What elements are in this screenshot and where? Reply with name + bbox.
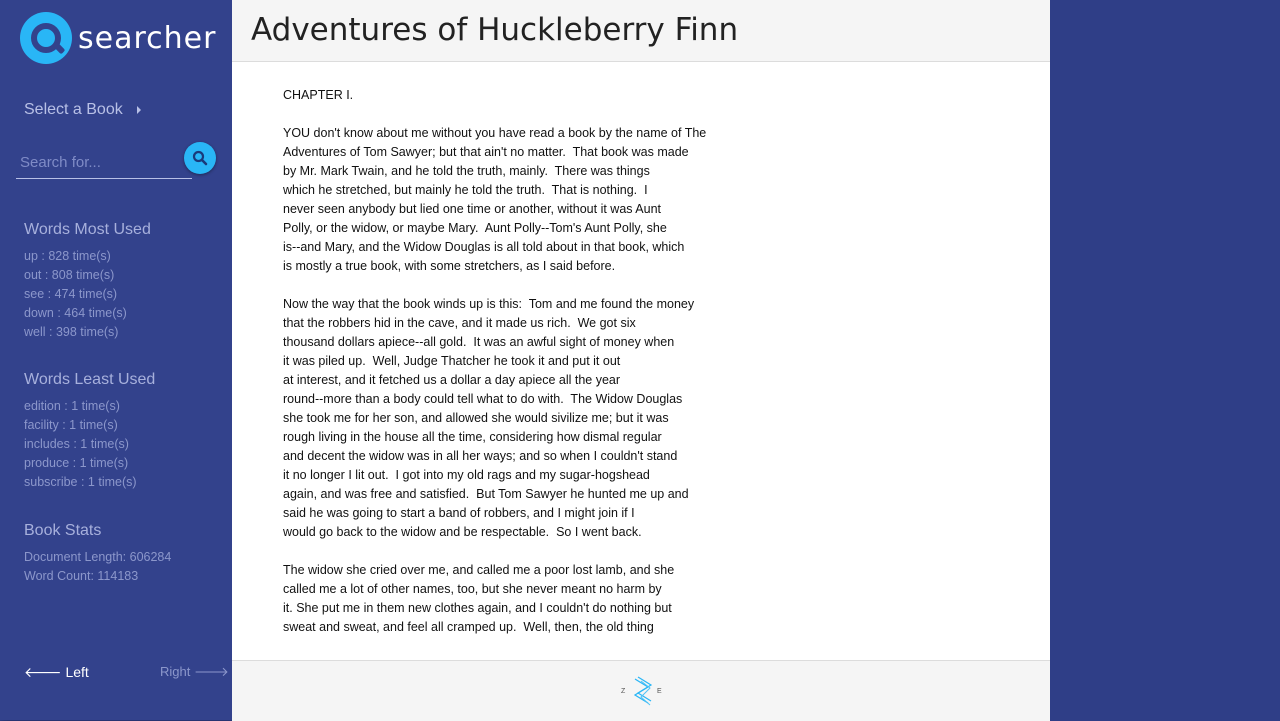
nav-left-label: Left [65,664,89,680]
word-count: Word Count: 114183 [24,569,139,583]
select-book-dropdown[interactable]: Select a Book [24,101,141,119]
nav-right-button[interactable]: Right 🡒 [160,664,229,680]
book-paragraph: The widow she cried over me, and called … [283,563,675,634]
brand-logo-icon: Z E [621,676,662,706]
arrow-left-icon: 🡐 [24,664,62,680]
list-item: includes : 1 time(s) [24,437,129,451]
document-length: Document Length: 606284 [24,550,172,564]
list-item: edition : 1 time(s) [24,399,120,413]
book-title: Adventures of Huckleberry Finn [251,12,739,48]
magnifier-logo-icon [20,12,72,64]
search-icon [192,150,208,166]
book-stats-list: Document Length: 606284 Word Count: 1141… [24,548,171,586]
book-text: CHAPTER I. YOU don't know about me witho… [283,86,983,656]
words-least-used-title: Words Least Used [24,371,156,388]
words-most-used-title: Words Most Used [24,221,151,238]
list-item: down : 464 time(s) [24,306,127,320]
caret-right-icon [136,106,141,114]
list-item: subscribe : 1 time(s) [24,475,137,489]
words-most-used-list: up : 828 time(s) out : 808 time(s) see :… [24,247,127,342]
list-item: facility : 1 time(s) [24,418,118,432]
list-item: out : 808 time(s) [24,268,115,282]
book-paragraph: YOU don't know about me without you have… [283,126,707,273]
words-least-used-list: edition : 1 time(s) facility : 1 time(s)… [24,397,137,492]
search-input[interactable] [16,146,192,179]
list-item: produce : 1 time(s) [24,456,129,470]
select-book-label: Select a Book [24,101,123,118]
book-paragraph: Now the way that the book winds up is th… [283,297,695,539]
logo-text: searcher [78,20,217,56]
nav-right-label: Right [160,664,191,679]
reader-panel: Adventures of Huckleberry Finn CHAPTER I… [232,0,1050,721]
list-item: up : 828 time(s) [24,249,111,263]
app-logo[interactable]: searcher [20,12,216,64]
list-item: well : 398 time(s) [24,325,119,339]
footer-logo-left: Z [621,688,626,695]
book-stats-title: Book Stats [24,522,102,539]
search-button[interactable] [184,142,216,174]
nav-left-button[interactable]: 🡐 Left [24,664,89,681]
arrow-right-icon: 🡒 [193,664,229,679]
footer-logo-right: E [657,688,662,695]
reader-footer: Z E [232,660,1050,721]
reader-header: Adventures of Huckleberry Finn [232,0,1050,62]
list-item: see : 474 time(s) [24,287,118,301]
book-paragraph: CHAPTER I. [283,88,354,102]
sidebar: searcher Select a Book Words Most Used u… [0,0,232,720]
